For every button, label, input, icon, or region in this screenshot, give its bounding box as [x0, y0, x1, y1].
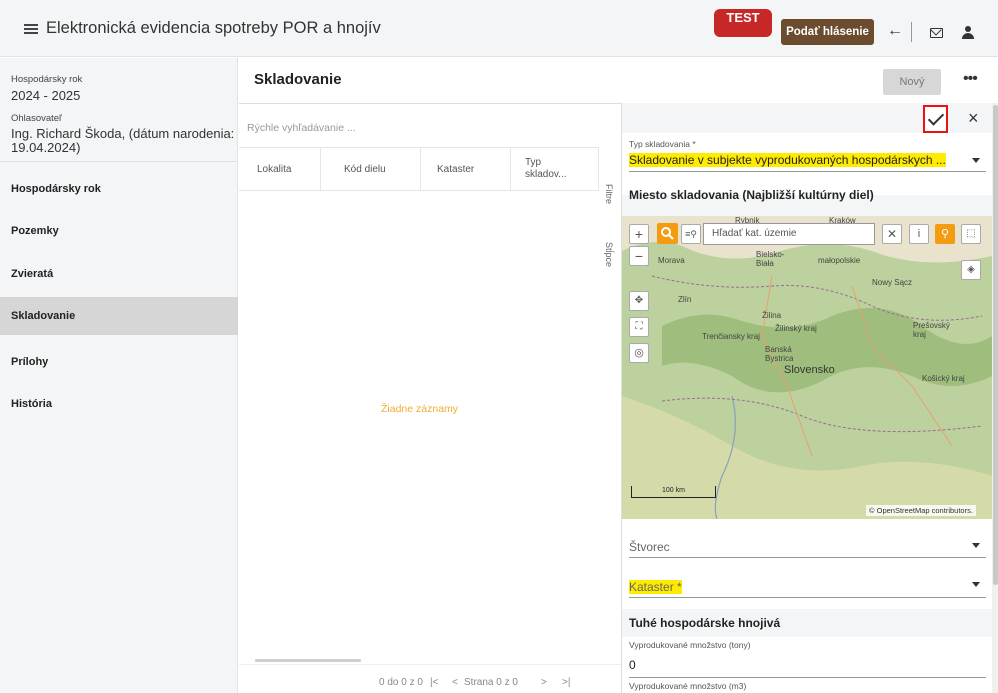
column-kataster[interactable]: Kataster: [421, 148, 511, 190]
clear-search-icon[interactable]: ✕: [882, 224, 902, 244]
sidebar-divider: [0, 161, 238, 162]
zoom-in-icon[interactable]: +: [629, 224, 649, 244]
pager-range: 0 do 0 z 0: [379, 677, 423, 688]
column-lokalita[interactable]: Lokalita: [239, 148, 321, 190]
map-place: Žilina: [762, 311, 782, 320]
columns-tab[interactable]: Stĺpce: [604, 242, 614, 267]
field-underline: [629, 677, 986, 678]
produced-tons-label: Vyprodukované množstvo (tony): [629, 640, 751, 650]
field-underline: [629, 171, 986, 172]
map-place: Žilinský kraj: [775, 324, 817, 333]
map-place: Bielsko-Biała: [756, 250, 785, 268]
app-title: Elektronická evidencia spotreby POR a hn…: [46, 19, 381, 37]
submit-report-button[interactable]: Podať hlásenie: [781, 19, 874, 45]
mail-icon[interactable]: [930, 28, 943, 38]
app-header: Elektronická evidencia spotreby POR a hn…: [0, 0, 998, 57]
scale-bar: 100 km: [631, 486, 716, 498]
detail-panel: × Typ skladovania * Skladovanie v subjek…: [621, 103, 998, 693]
chevron-down-icon[interactable]: [972, 543, 980, 548]
map-place: Trenčiansky kraj: [702, 332, 760, 341]
pager-page-text: Strana 0 z 0: [464, 677, 518, 688]
back-arrow-icon[interactable]: ←: [887, 22, 903, 40]
reporter-label: Ohlasovateľ: [11, 113, 62, 124]
new-button[interactable]: Nový: [883, 69, 941, 95]
map-place: małopolskie: [818, 256, 861, 265]
cadastre-search-input[interactable]: Hľadať kat. územie: [703, 223, 875, 245]
map-credit: © OpenStreetMap contributors.: [866, 505, 976, 516]
sidebar-item-skladovanie[interactable]: Skladovanie: [0, 297, 238, 335]
year-value: 2024 - 2025: [11, 88, 81, 103]
filters-tab[interactable]: Filtre: [604, 184, 614, 204]
sidebar-item-hospodarsky-rok[interactable]: Hospodársky rok: [0, 170, 238, 208]
pan-icon[interactable]: ✥: [629, 291, 649, 311]
sidebar: Hospodársky rok 2024 - 2025 Ohlasovateľ …: [0, 58, 238, 693]
produced-m3-label: Vyprodukované množstvo (m3): [629, 681, 747, 691]
layers-icon[interactable]: ◈: [961, 260, 981, 280]
storage-type-label: Typ skladovania *: [629, 139, 696, 149]
sidebar-item-prilohy[interactable]: Prílohy: [0, 343, 238, 381]
chevron-down-icon[interactable]: [972, 582, 980, 587]
last-page-icon[interactable]: >|: [562, 677, 570, 688]
horizontal-scrollbar[interactable]: [255, 659, 361, 662]
grid-side-toolbar: Filtre Stĺpce: [600, 184, 620, 284]
empty-message: Žiadne záznamy: [381, 403, 459, 415]
sidebar-item-zvierata[interactable]: Zvieratá: [0, 255, 238, 293]
produced-tons-input[interactable]: 0: [629, 658, 636, 672]
storage-type-select[interactable]: Skladovanie v subjekte vyprodukovaných h…: [629, 153, 946, 167]
square-cadastre-area: [622, 519, 992, 609]
header-divider: [911, 22, 912, 42]
prev-page-icon[interactable]: <: [452, 677, 458, 688]
square-select[interactable]: Štvorec: [629, 540, 670, 554]
confirm-check-icon[interactable]: [923, 105, 948, 133]
map-place: Košický kraj: [922, 374, 965, 383]
map-search-icon[interactable]: [657, 223, 678, 244]
sidebar-item-historia[interactable]: História: [0, 385, 238, 423]
map-place: Zlín: [678, 295, 692, 304]
next-page-icon[interactable]: >: [541, 677, 547, 688]
pagination: 0 do 0 z 0 |< < Strana 0 z 0 > >|: [239, 664, 621, 693]
quick-search-input[interactable]: Rýchle vyhľadávanie ...: [247, 122, 356, 134]
chevron-down-icon[interactable]: [972, 158, 980, 163]
map-place: Banská Bystrica: [765, 345, 794, 363]
map-view[interactable]: Rybnik Kraków Morava Bielsko-Biała małop…: [622, 216, 992, 519]
field-underline: [629, 557, 986, 558]
field-underline: [629, 597, 986, 598]
first-page-icon[interactable]: |<: [430, 677, 438, 688]
sidebar-item-pozemky[interactable]: Pozemky: [0, 212, 238, 250]
solid-fertilizers-section-title: Tuhé hospodárske hnojivá: [629, 616, 781, 630]
fullscreen-icon[interactable]: ⛶: [629, 317, 649, 337]
location-section-title: Miesto skladovania (Najbližší kultúrny d…: [629, 188, 874, 202]
more-options-icon[interactable]: •••: [963, 70, 978, 88]
select-tool-icon[interactable]: ⬚: [961, 224, 981, 244]
pin-icon[interactable]: ⚲: [935, 224, 955, 244]
close-icon[interactable]: ×: [968, 108, 979, 129]
test-badge: TEST: [714, 9, 772, 37]
cadastre-select[interactable]: Kataster *: [629, 580, 682, 594]
reporter-value: Ing. Richard Škoda, (dátum narodenia: 19…: [11, 126, 235, 155]
list-panel: Rýchle vyhľadávanie ... Lokalita Kód die…: [239, 103, 621, 693]
map-place: Slovensko: [784, 364, 835, 376]
info-icon[interactable]: i: [909, 224, 929, 244]
menu-icon[interactable]: [24, 24, 38, 34]
list-search-icon[interactable]: ≡⚲: [681, 224, 701, 244]
page-title: Skladovanie: [254, 71, 342, 88]
locate-icon[interactable]: ◎: [629, 343, 649, 363]
map-place: Prešovský kraj: [913, 321, 950, 339]
user-icon[interactable]: [961, 25, 975, 41]
year-label: Hospodársky rok: [11, 74, 83, 85]
column-kod-dielu[interactable]: Kód dielu: [321, 148, 421, 190]
map-place: Morava: [658, 256, 685, 265]
zoom-out-icon[interactable]: −: [629, 246, 649, 266]
map-place: Nowy Sącz: [872, 278, 913, 287]
vertical-scrollbar[interactable]: [992, 103, 998, 693]
column-typ-skladovania[interactable]: Typ skladov...: [511, 148, 599, 190]
grid-header: Lokalita Kód dielu Kataster Typ skladov.…: [239, 147, 599, 191]
